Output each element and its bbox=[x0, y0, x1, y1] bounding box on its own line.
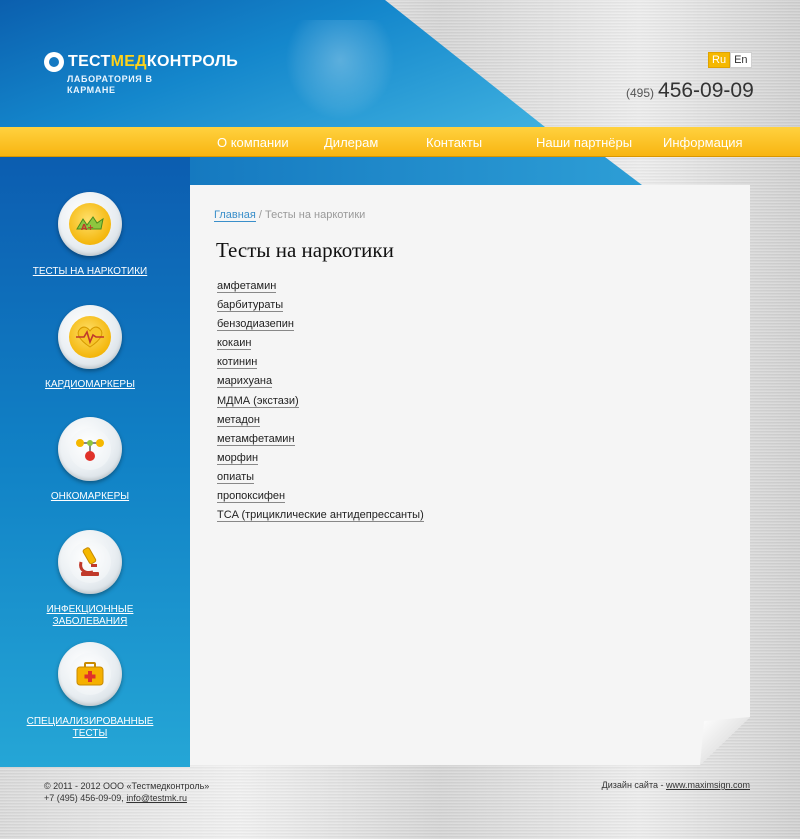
sidebar-icon-circle bbox=[58, 530, 122, 594]
footer-phone: +7 (495) 456-09-09, bbox=[44, 793, 127, 803]
list-item: TCA (трициклические антидепрессанты) bbox=[217, 505, 424, 524]
first-aid-kit-icon bbox=[69, 653, 111, 695]
footer-left: © 2011 - 2012 ООО «Тестмедконтроль» +7 (… bbox=[44, 780, 209, 804]
nav-item-info[interactable]: Информация bbox=[663, 135, 743, 150]
drug-list: амфетамин барбитураты бензодиазепин кока… bbox=[217, 276, 424, 524]
footer-copyright: © 2011 - 2012 ООО «Тестмедконтроль» bbox=[44, 781, 210, 791]
drug-link[interactable]: морфин bbox=[217, 451, 259, 465]
language-switcher: Ru En bbox=[708, 52, 752, 68]
drug-link[interactable]: метадон bbox=[217, 413, 260, 427]
list-item: МДМА (экстази) bbox=[217, 391, 424, 410]
sidebar-icon-circle bbox=[58, 642, 122, 706]
header-phone: (495) 456-09-09 bbox=[626, 79, 754, 103]
drug-link[interactable]: метамфетамин bbox=[217, 432, 295, 446]
nav-item-dealers[interactable]: Дилерам bbox=[324, 135, 378, 150]
list-item: опиаты bbox=[217, 467, 424, 486]
molecule-icon bbox=[69, 428, 111, 470]
drug-link[interactable]: кокаин bbox=[217, 337, 252, 351]
drug-link[interactable]: котинин bbox=[217, 356, 258, 370]
list-item: метамфетамин bbox=[217, 429, 424, 448]
drug-link[interactable]: TCA (трициклические антидепрессанты) bbox=[217, 509, 424, 523]
list-item: морфин bbox=[217, 448, 424, 467]
sidebar-icon-circle bbox=[58, 417, 122, 481]
drug-link[interactable]: опиаты bbox=[217, 470, 255, 484]
breadcrumb-current: Тесты на наркотики bbox=[265, 209, 366, 221]
footer-design-label: Дизайн сайта - bbox=[601, 780, 666, 790]
sidebar-label-oncomarkers[interactable]: ОНКОМАРКЕРЫ bbox=[0, 491, 180, 503]
footer-contacts: +7 (495) 456-09-09, info@testmk.ru bbox=[44, 792, 209, 804]
sidebar-label-specialized[interactable]: СПЕЦИАЛИЗИРОВАННЫЕ ТЕСТЫ bbox=[0, 716, 180, 740]
page-title: Тесты на наркотики bbox=[216, 238, 394, 262]
drug-link[interactable]: марихуана bbox=[217, 375, 273, 389]
drug-link[interactable]: амфетамин bbox=[217, 280, 277, 293]
sidebar-item-specialized[interactable]: СПЕЦИАЛИЗИРОВАННЫЕ ТЕСТЫ bbox=[0, 642, 180, 740]
breadcrumb-home[interactable]: Главная bbox=[214, 209, 256, 222]
lang-ru[interactable]: Ru bbox=[708, 52, 731, 68]
list-item: барбитураты bbox=[217, 295, 424, 314]
sidebar-item-cardiomarkers[interactable]: КАРДИОМАРКЕРЫ bbox=[0, 305, 180, 391]
drug-link[interactable]: пропоксифен bbox=[217, 490, 286, 504]
footer-email-link[interactable]: info@testmk.ru bbox=[126, 793, 187, 803]
drug-link[interactable]: барбитураты bbox=[217, 299, 284, 313]
sidebar-item-drug-tests[interactable]: A+ ТЕСТЫ НА НАРКОТИКИ bbox=[0, 192, 180, 278]
nav-item-contacts[interactable]: Контакты bbox=[426, 135, 482, 150]
list-item: марихуана bbox=[217, 371, 424, 390]
main-nav: О компании Дилерам Контакты Наши партнёр… bbox=[0, 127, 800, 157]
breadcrumb-separator: / bbox=[255, 209, 266, 221]
nav-item-about[interactable]: О компании bbox=[217, 135, 289, 150]
logo[interactable]: ТЕСТМЕДКОНТРОЛЬ bbox=[44, 52, 238, 72]
phone-number: 456-09-09 bbox=[658, 79, 754, 102]
list-item: амфетамин bbox=[217, 276, 424, 295]
list-item: пропоксифен bbox=[217, 486, 424, 505]
header-photo bbox=[285, 20, 395, 120]
lang-en[interactable]: En bbox=[730, 52, 752, 68]
phone-code: (495) bbox=[626, 86, 655, 100]
list-item: котинин bbox=[217, 352, 424, 371]
sidebar: A+ ТЕСТЫ НА НАРКОТИКИ КАРДИОМАРКЕРЫ ОНКО… bbox=[0, 157, 190, 767]
logo-text: ТЕСТМЕДКОНТРОЛЬ bbox=[68, 53, 239, 70]
footer-design-link[interactable]: www.maximsign.com bbox=[666, 780, 750, 790]
content-header-strip bbox=[190, 157, 642, 185]
page-curl bbox=[700, 717, 750, 765]
drug-link[interactable]: бензодиазепин bbox=[217, 318, 294, 332]
list-item: метадон bbox=[217, 410, 424, 429]
sidebar-icon-circle: A+ bbox=[58, 192, 122, 256]
tagline: ЛАБОРАТОРИЯ В КАРМАНЕ bbox=[67, 74, 153, 95]
nav-item-partners[interactable]: Наши партнёры bbox=[536, 135, 632, 150]
sidebar-label-cardiomarkers[interactable]: КАРДИОМАРКЕРЫ bbox=[0, 379, 180, 391]
logo-icon bbox=[44, 52, 64, 72]
list-item: бензодиазепин bbox=[217, 314, 424, 333]
sidebar-label-drug-tests[interactable]: ТЕСТЫ НА НАРКОТИКИ bbox=[0, 266, 180, 278]
sidebar-label-infectious[interactable]: ИНФЕКЦИОННЫЕ ЗАБОЛЕВАНИЯ bbox=[0, 604, 180, 628]
svg-text:A+: A+ bbox=[81, 223, 94, 232]
sidebar-item-oncomarkers[interactable]: ОНКОМАРКЕРЫ bbox=[0, 417, 180, 503]
sidebar-icon-circle bbox=[58, 305, 122, 369]
heart-icon bbox=[69, 316, 111, 358]
microscope-icon bbox=[69, 541, 111, 583]
sidebar-item-infectious[interactable]: ИНФЕКЦИОННЫЕ ЗАБОЛЕВАНИЯ bbox=[0, 530, 180, 628]
drug-link[interactable]: МДМА (экстази) bbox=[217, 394, 299, 408]
drug-test-icon: A+ bbox=[69, 203, 111, 245]
breadcrumb: Главная / Тесты на наркотики bbox=[214, 209, 366, 222]
list-item: кокаин bbox=[217, 333, 424, 352]
footer-right: Дизайн сайта - www.maximsign.com bbox=[602, 780, 750, 790]
